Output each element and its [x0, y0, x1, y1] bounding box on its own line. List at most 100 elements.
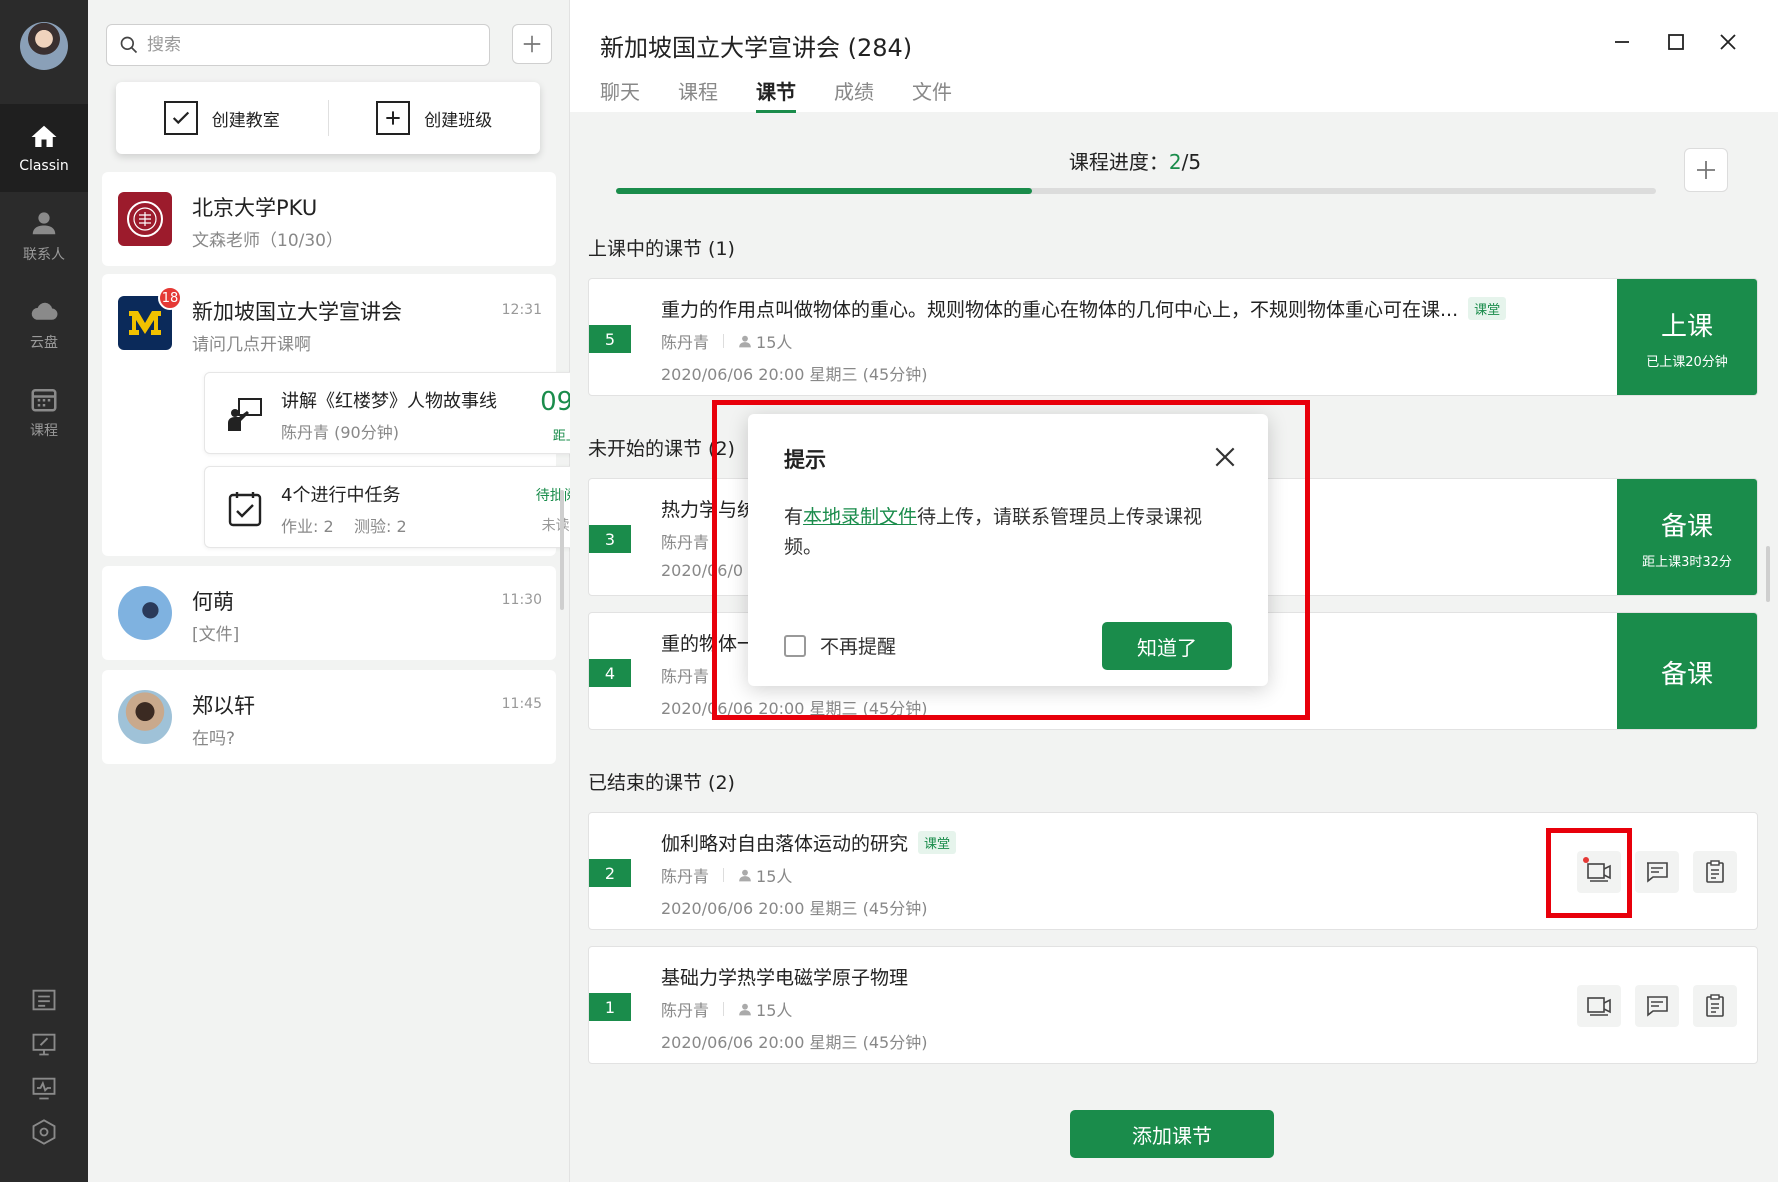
search-icon: [120, 36, 138, 54]
home-icon: [31, 125, 57, 147]
search-input[interactable]: [147, 35, 447, 55]
next-lesson-title: 讲解《红楼梦》人物故事线: [281, 391, 497, 412]
monitor-icon[interactable]: [30, 1074, 58, 1102]
tasks-card[interactable]: 4个进行中任务 作业: 2 测验: 2 待批阅 (40) 未读批阅 0: [204, 466, 628, 548]
conversation-title: 郑以轩: [192, 694, 255, 718]
divider: [723, 868, 725, 882]
maximize-button[interactable]: [1662, 28, 1690, 56]
scrollbar[interactable]: [1766, 546, 1770, 602]
person-icon: [739, 869, 751, 882]
checkbox-icon: [163, 101, 198, 135]
progress-done: 2: [1168, 150, 1182, 174]
user-avatar[interactable]: [20, 22, 68, 70]
list-icon[interactable]: [30, 986, 58, 1014]
action-label: 备课: [1660, 659, 1713, 690]
tab-bar: 聊天 课程 课节 成绩 文件: [600, 76, 990, 113]
lesson-teacher: 陈丹青: [661, 667, 710, 686]
tasks-counts: 作业: 2 测验: 2: [281, 513, 407, 537]
create-class-button[interactable]: 创建班级: [329, 82, 541, 154]
rail-item-label: 课程: [30, 423, 58, 439]
lesson-number: 2: [589, 859, 631, 887]
lesson-title-text: 伽利略对自由落体运动的研究: [661, 833, 909, 855]
create-classroom-button[interactable]: 创建教室: [116, 82, 328, 154]
lesson-meta: 陈丹青 15人: [661, 863, 792, 887]
close-button[interactable]: [1714, 28, 1742, 56]
homework-count: 作业: 2: [281, 517, 334, 536]
plus-icon: [1697, 161, 1715, 179]
contacts-icon: [32, 212, 56, 235]
add-lesson-button[interactable]: 添加课节: [1070, 1110, 1274, 1158]
lesson-teacher: 陈丹青: [661, 867, 710, 886]
lesson-number: 4: [589, 659, 631, 687]
progress-bar: [616, 188, 1656, 194]
tab-chat[interactable]: 聊天: [600, 76, 640, 113]
lesson-meta: 陈丹青: [661, 663, 709, 687]
cloud-icon: [31, 302, 58, 320]
lesson-card[interactable]: 5 重力的作用点叫做物体的重心。规则物体的重心在物体的几何中心上，不规则物体重心…: [588, 278, 1758, 396]
search-box[interactable]: [106, 24, 490, 66]
plus-icon: [523, 35, 541, 53]
lesson-tools: [1563, 985, 1737, 1027]
progress-bar-fill: [616, 188, 1032, 194]
quiz-count: 测验: 2: [354, 517, 407, 536]
rail-item-label: 云盘: [30, 335, 58, 351]
notes-button[interactable]: [1693, 985, 1737, 1027]
rail-item-home[interactable]: Classin: [0, 104, 88, 192]
person-icon: [739, 1003, 751, 1016]
unread-badge: 18: [158, 286, 182, 310]
action-sub-label: 距上课3时32分: [1642, 555, 1732, 570]
settings-icon[interactable]: [30, 1118, 58, 1146]
tab-courses[interactable]: 课程: [678, 76, 718, 113]
progress-label: 课程进度：: [1068, 150, 1169, 174]
task-clipboard-icon: [228, 492, 262, 527]
prepare-lesson-button[interactable]: 备课 距上课3时32分: [1617, 479, 1757, 595]
conversation-item[interactable]: 北京大学PKU 文森老师（10/30）: [102, 172, 556, 266]
recording-button[interactable]: [1577, 985, 1621, 1027]
rail-item-contacts[interactable]: 联系人: [0, 192, 88, 280]
scrollbar[interactable]: [560, 490, 564, 610]
tab-files[interactable]: 文件: [912, 76, 952, 113]
progress-total: /5: [1181, 150, 1202, 174]
conversation-item[interactable]: 何萌 [文件] 11:30: [102, 566, 556, 660]
conversation-item[interactable]: 郑以轩 在吗? 11:45: [102, 670, 556, 764]
classroom-tag: 课堂: [918, 831, 957, 854]
rail-item-courses[interactable]: 课程: [0, 368, 88, 456]
person-icon: [739, 335, 751, 348]
bottom-bar: 添加课节: [570, 1084, 1778, 1182]
lesson-meta: 陈丹青: [661, 529, 709, 553]
comments-button[interactable]: [1635, 851, 1679, 893]
whiteboard-icon[interactable]: [30, 1030, 58, 1058]
conversation-time: 11:45: [501, 696, 542, 712]
section-finished: 已结束的课节 (2): [588, 772, 735, 794]
lesson-card[interactable]: 1 基础力学热学电磁学原子物理 陈丹青 15人 2020/06/06 20:00…: [588, 946, 1758, 1064]
prepare-lesson-button[interactable]: 备课: [1617, 613, 1757, 729]
tab-grades[interactable]: 成绩: [834, 76, 874, 113]
add-button[interactable]: [512, 24, 552, 64]
comments-button[interactable]: [1635, 985, 1679, 1027]
divider: [723, 1002, 725, 1016]
conversation-subtitle: 在吗?: [192, 729, 236, 749]
course-progress: 课程进度：2/5: [570, 146, 1700, 175]
add-lesson-plus-button[interactable]: [1684, 148, 1728, 192]
notes-button[interactable]: [1693, 851, 1737, 893]
lesson-title-text: 重力的作用点叫做物体的重心。规则物体的重心在物体的几何中心上，不规则物体重心可在…: [661, 299, 1459, 321]
minimize-icon: [1615, 41, 1629, 43]
video-camera-icon: [1587, 997, 1611, 1016]
rail-item-label: Classin: [19, 158, 69, 174]
lesson-meta: 陈丹青 15人: [661, 329, 792, 353]
clipboard-icon: [1706, 860, 1724, 883]
lesson-title: 重力的作用点叫做物体的重心。规则物体的重心在物体的几何中心上，不规则物体重心可在…: [661, 295, 1507, 322]
next-lesson-card[interactable]: 讲解《红楼梦》人物故事线 陈丹青 (90分钟) 09:30 距上课2时: [204, 372, 628, 454]
create-classroom-label: 创建教室: [211, 110, 280, 131]
minimize-button[interactable]: [1608, 28, 1636, 56]
conversation-subtitle: 文森老师（10/30）: [192, 231, 343, 251]
pku-logo: [118, 192, 172, 246]
create-panel: 创建教室 创建班级: [116, 82, 540, 154]
main-header: 新加坡国立大学宣讲会 (284) 聊天 课程 课节 成绩 文件: [570, 0, 1778, 113]
teacher-icon: [228, 398, 262, 431]
start-class-button[interactable]: 上课 已上课20分钟: [1617, 279, 1757, 395]
next-lesson-teacher: 陈丹青 (90分钟): [281, 423, 399, 442]
tasks-title: 4个进行中任务: [281, 485, 401, 506]
rail-item-cloud[interactable]: 云盘: [0, 280, 88, 368]
tab-lessons[interactable]: 课节: [756, 76, 796, 113]
